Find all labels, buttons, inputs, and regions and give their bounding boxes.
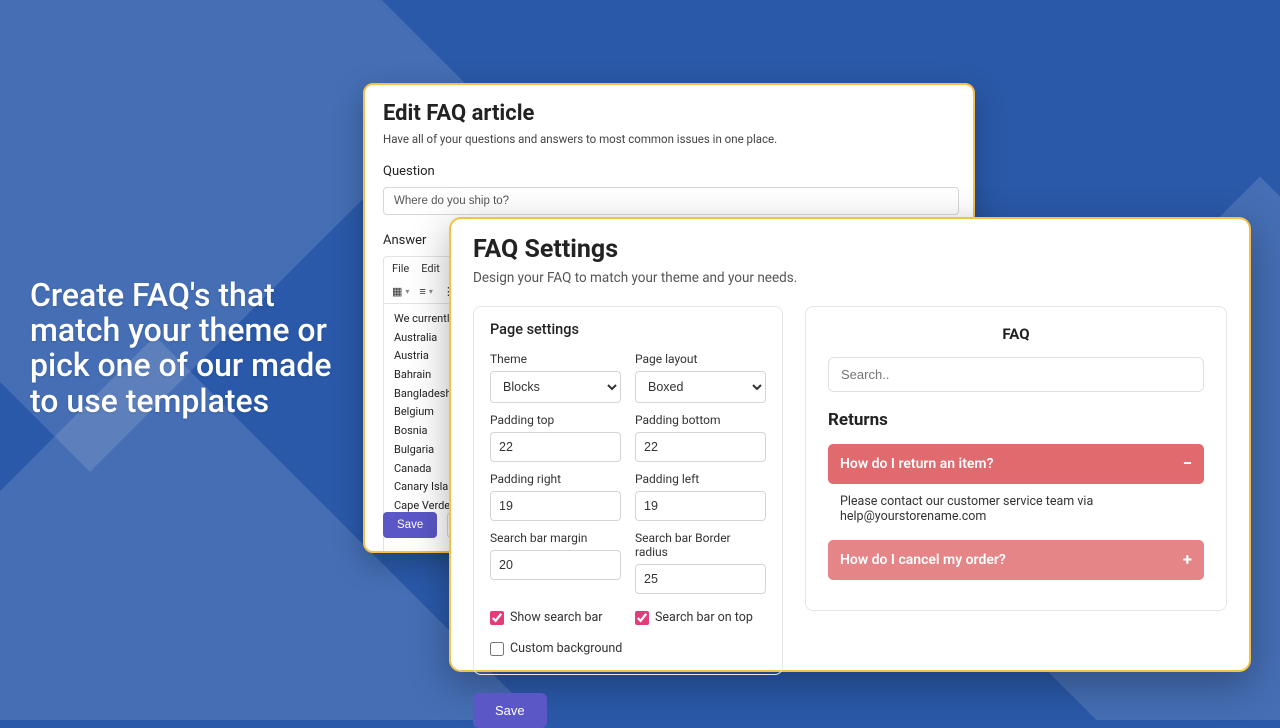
layout-label: Page layout xyxy=(635,352,766,366)
table-icon[interactable]: ▦▾ xyxy=(392,285,409,298)
menu-edit[interactable]: Edit xyxy=(421,262,440,275)
settings-title: FAQ Settings xyxy=(473,235,1227,264)
custom-bg-checkbox[interactable] xyxy=(490,642,504,656)
smargin-label: Search bar margin xyxy=(490,531,621,545)
pleft-label: Padding left xyxy=(635,472,766,486)
faq-q1: How do I return an item? xyxy=(840,456,993,472)
preview-section: Returns xyxy=(828,410,1204,430)
layout-select[interactable]: Boxed xyxy=(635,371,766,403)
sradius-label: Search bar Border radius xyxy=(635,531,766,559)
sradius-input[interactable] xyxy=(635,564,766,594)
ptop-label: Padding top xyxy=(490,413,621,427)
custom-bg-label: Custom background xyxy=(510,641,622,656)
ptop-input[interactable] xyxy=(490,432,621,462)
settings-save-button[interactable]: Save xyxy=(473,693,547,728)
question-input[interactable] xyxy=(383,187,959,215)
smargin-input[interactable] xyxy=(490,550,621,580)
page-settings-card: Page settings Theme Blocks Page layout B… xyxy=(473,306,783,675)
bullet-list-icon[interactable]: ≡▾ xyxy=(419,285,432,298)
menu-file[interactable]: File xyxy=(392,262,409,275)
faq-item-collapsed[interactable]: How do I cancel my order? + xyxy=(828,540,1204,580)
question-label: Question xyxy=(383,164,955,179)
faq-settings-panel: FAQ Settings Design your FAQ to match yo… xyxy=(449,217,1251,672)
faq-preview-card: FAQ Returns How do I return an item? − P… xyxy=(805,306,1227,611)
faq-q1-answer: Please contact our customer service team… xyxy=(828,484,1204,526)
minus-icon: − xyxy=(1183,454,1192,474)
settings-subtitle: Design your FAQ to match your theme and … xyxy=(473,270,1227,286)
search-input[interactable] xyxy=(828,357,1204,392)
pright-input[interactable] xyxy=(490,491,621,521)
page-settings-label: Page settings xyxy=(490,321,766,338)
faq-q2: How do I cancel my order? xyxy=(840,552,1006,568)
faq-item-open[interactable]: How do I return an item? − xyxy=(828,444,1204,484)
save-button[interactable]: Save xyxy=(383,512,437,538)
edit-title: Edit FAQ article xyxy=(383,101,955,126)
plus-icon: + xyxy=(1183,550,1192,570)
pbottom-label: Padding bottom xyxy=(635,413,766,427)
edit-subtitle: Have all of your questions and answers t… xyxy=(383,132,955,146)
show-search-label: Show search bar xyxy=(510,610,603,625)
pleft-input[interactable] xyxy=(635,491,766,521)
theme-label: Theme xyxy=(490,352,621,366)
theme-select[interactable]: Blocks xyxy=(490,371,621,403)
marketing-headline: Create FAQ's that match your theme or pi… xyxy=(30,278,350,419)
search-top-checkbox[interactable] xyxy=(635,611,649,625)
preview-title: FAQ xyxy=(828,325,1204,343)
pbottom-input[interactable] xyxy=(635,432,766,462)
pright-label: Padding right xyxy=(490,472,621,486)
show-search-checkbox[interactable] xyxy=(490,611,504,625)
search-top-label: Search bar on top xyxy=(655,610,753,625)
